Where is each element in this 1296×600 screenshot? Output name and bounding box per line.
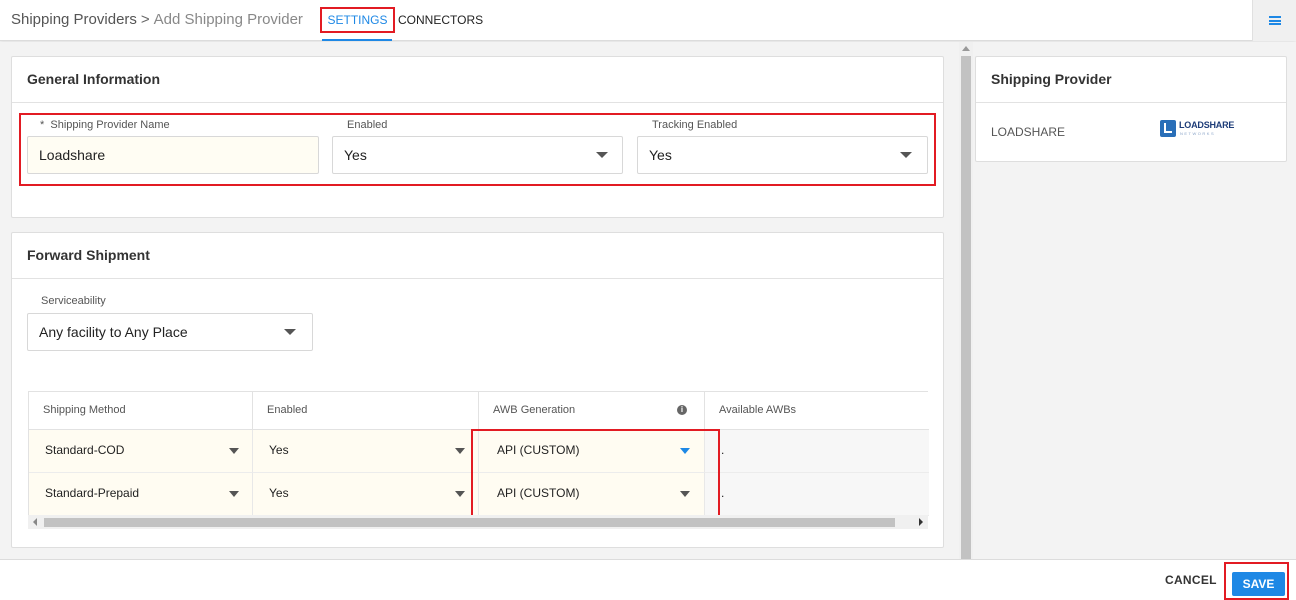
scrollbar-thumb[interactable]: [44, 518, 895, 527]
method-value: Standard-Prepaid: [45, 486, 140, 500]
loadshare-logo: LOADSHARE NETWORKS: [1160, 119, 1236, 139]
chevron-down-icon: [229, 491, 239, 497]
tab-settings[interactable]: SETTINGS: [320, 7, 395, 33]
column-header-awb-generation: AWB Generation i: [479, 392, 705, 430]
chevron-down-icon: [229, 448, 239, 454]
shipping-provider-card: Shipping Provider LOADSHARE LOADSHARE NE…: [975, 56, 1287, 162]
highlight-box-awb: [471, 429, 720, 517]
active-tab-indicator: [322, 39, 392, 41]
general-information-card: General Information * Shipping Provider …: [11, 56, 944, 218]
cancel-button[interactable]: CANCEL: [1165, 573, 1217, 587]
shipping-methods-table: Shipping Method Enabled AWB Generation i…: [28, 391, 929, 517]
chevron-down-icon: [455, 491, 465, 497]
serviceability-select-value: Any facility to Any Place: [39, 324, 188, 340]
table-row-1-method-select[interactable]: Standard-COD: [29, 430, 253, 473]
enabled-value: Yes: [269, 486, 289, 500]
table-row-2-available-awbs: .: [705, 473, 929, 516]
menu-button[interactable]: [1252, 0, 1296, 41]
enabled-label: Enabled: [347, 119, 388, 131]
scroll-left-icon[interactable]: [33, 518, 37, 526]
chevron-down-icon: [284, 329, 296, 335]
provider-name: LOADSHARE: [991, 125, 1066, 139]
footer-bar: CANCEL SAVE: [0, 559, 1296, 600]
scrollbar-thumb[interactable]: [961, 56, 971, 559]
method-value: Standard-COD: [45, 443, 125, 457]
breadcrumb: Shipping Providers > Add Shipping Provider: [11, 11, 303, 28]
provider-name-label: * Shipping Provider Name: [40, 119, 170, 131]
table-row-1-enabled-select[interactable]: Yes: [253, 430, 479, 473]
table-row-2-enabled-select[interactable]: Yes: [253, 473, 479, 516]
logo-wordmark: LOADSHARE: [1179, 120, 1235, 130]
scroll-up-icon[interactable]: [962, 46, 970, 51]
loadshare-logo-icon: [1160, 120, 1176, 137]
chevron-down-icon: [455, 448, 465, 454]
serviceability-select[interactable]: Any facility to Any Place: [27, 313, 313, 351]
chevron-down-icon: [596, 152, 608, 158]
enabled-select[interactable]: Yes: [332, 136, 623, 174]
main-content: General Information * Shipping Provider …: [0, 42, 959, 559]
enabled-select-value: Yes: [344, 147, 367, 163]
info-icon[interactable]: i: [677, 405, 687, 415]
provider-name-input[interactable]: Loadshare: [27, 136, 319, 174]
column-header-enabled: Enabled: [253, 392, 479, 430]
save-button[interactable]: SAVE: [1232, 572, 1285, 596]
tab-connectors[interactable]: CONNECTORS: [398, 7, 483, 33]
column-header-shipping-method: Shipping Method: [29, 392, 253, 430]
hamburger-menu-icon: [1268, 16, 1281, 25]
shipping-provider-title: Shipping Provider: [976, 57, 1286, 103]
provider-name-label-text: Shipping Provider Name: [50, 119, 170, 131]
chevron-down-icon: [900, 152, 912, 158]
forward-shipment-card: Forward Shipment Serviceability Any faci…: [11, 232, 944, 548]
side-panel: Shipping Provider LOADSHARE LOADSHARE NE…: [973, 42, 1296, 559]
enabled-value: Yes: [269, 443, 289, 457]
required-mark: *: [40, 119, 45, 131]
scroll-right-icon[interactable]: [919, 518, 923, 526]
breadcrumb-current: Add Shipping Provider: [153, 11, 303, 28]
general-information-title: General Information: [12, 57, 943, 103]
tracking-select-value: Yes: [649, 147, 672, 163]
awb-generation-header-text: AWB Generation: [493, 404, 576, 416]
top-bar: Shipping Providers > Add Shipping Provider…: [0, 0, 1296, 41]
serviceability-label: Serviceability: [41, 295, 106, 307]
table-row-2-method-select[interactable]: Standard-Prepaid: [29, 473, 253, 516]
column-header-available-awbs: Available AWBs: [705, 392, 929, 430]
breadcrumb-separator: >: [140, 11, 150, 28]
logo-subtext: NETWORKS: [1180, 131, 1216, 136]
table-row-1-available-awbs: .: [705, 430, 929, 473]
page-vertical-scrollbar[interactable]: [959, 42, 973, 559]
table-horizontal-scrollbar[interactable]: [28, 515, 928, 529]
tracking-enabled-select[interactable]: Yes: [637, 136, 928, 174]
breadcrumb-parent[interactable]: Shipping Providers: [11, 11, 137, 28]
forward-shipment-title: Forward Shipment: [12, 233, 943, 279]
tracking-enabled-label: Tracking Enabled: [652, 119, 738, 131]
